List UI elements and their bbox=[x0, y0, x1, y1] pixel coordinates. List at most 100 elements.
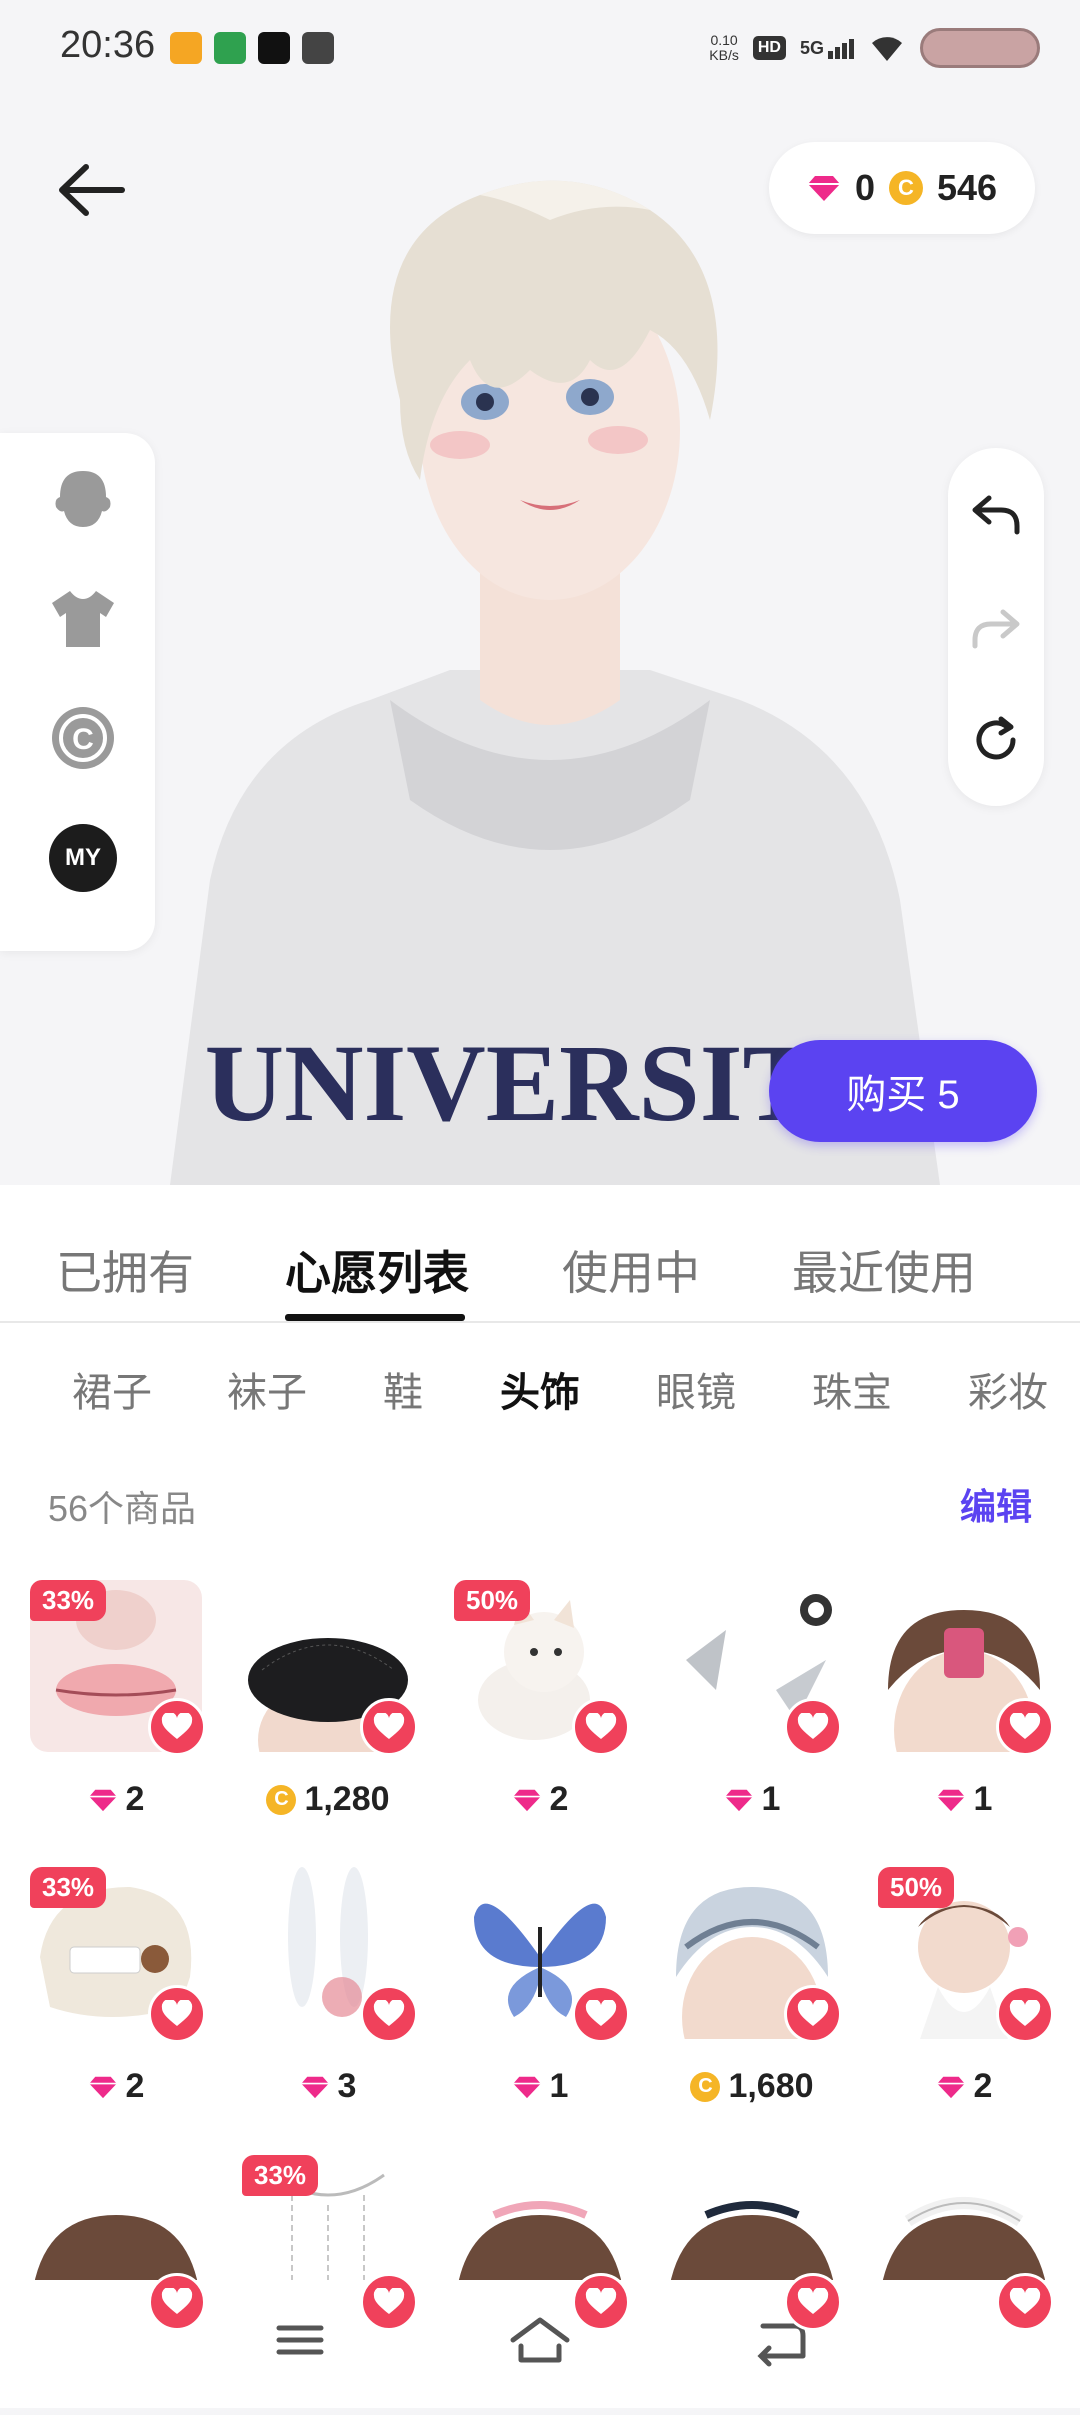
edit-button[interactable]: 编辑 bbox=[960, 1478, 1032, 1530]
wifi-icon bbox=[872, 37, 902, 61]
wishlist-item[interactable]: 1 bbox=[666, 1580, 842, 1840]
category-shoes[interactable]: 鞋 bbox=[383, 1360, 423, 1418]
head-category-icon[interactable] bbox=[48, 463, 118, 533]
menu-nav-icon[interactable] bbox=[265, 2310, 335, 2370]
wishlist-item[interactable]: 3 bbox=[242, 1867, 418, 2127]
favorite-heart-button[interactable] bbox=[360, 2273, 418, 2331]
favorite-heart-button[interactable] bbox=[148, 1698, 206, 1756]
item-price: C 1,680 bbox=[666, 2067, 838, 2106]
net-speed-value: 0.10 bbox=[710, 32, 738, 48]
price-value: 2 bbox=[549, 1780, 569, 1818]
category-socks[interactable]: 袜子 bbox=[227, 1360, 307, 1418]
diamond-icon bbox=[807, 176, 840, 201]
redo-button[interactable] bbox=[966, 598, 1026, 658]
item-price: 2 bbox=[454, 1780, 626, 1819]
wishlist-item[interactable]: 33% 2 bbox=[30, 1867, 206, 2127]
favorite-heart-button[interactable] bbox=[572, 1698, 630, 1756]
price-value: 1 bbox=[973, 1780, 993, 1818]
favorite-heart-button[interactable] bbox=[360, 1698, 418, 1756]
favorite-heart-button[interactable] bbox=[996, 2273, 1054, 2331]
avatar-preview[interactable]: UNIVERSITY bbox=[150, 100, 950, 1185]
coin-icon: C bbox=[888, 171, 923, 205]
svg-text:C: C bbox=[72, 723, 94, 756]
diamond-icon bbox=[300, 2076, 329, 2098]
heart-icon bbox=[1009, 2000, 1041, 2026]
back-arrow-icon[interactable] bbox=[52, 155, 128, 225]
favorite-heart-button[interactable] bbox=[996, 1985, 1054, 2043]
heart-icon bbox=[1009, 2288, 1041, 2314]
category-bar: 裙子 袜子 鞋 头饰 眼镜 珠宝 彩妆 bbox=[0, 1335, 1080, 1425]
avatar-stage: UNIVERSITY C MY 购买 5 bbox=[0, 100, 1080, 1185]
wallet-balance[interactable]: 0 C 546 bbox=[769, 142, 1035, 234]
item-price: 3 bbox=[242, 2067, 414, 2106]
item-price: 2 bbox=[30, 2067, 202, 2106]
heart-icon bbox=[797, 2288, 829, 2314]
item-price: 2 bbox=[30, 1780, 202, 1819]
category-headwear[interactable]: 头饰 bbox=[500, 1360, 580, 1418]
diamond-balance: 0 bbox=[854, 167, 875, 208]
battery-icon bbox=[920, 28, 1040, 68]
coin-balance: 546 bbox=[936, 167, 998, 208]
copyright-category-icon[interactable]: C bbox=[48, 703, 118, 773]
price-value: 2 bbox=[125, 1780, 145, 1818]
wishlist-item[interactable]: 1 bbox=[878, 1580, 1054, 1840]
undo-icon bbox=[972, 495, 1020, 535]
discount-badge: 33% bbox=[30, 1867, 107, 1908]
network-type: 5G bbox=[799, 37, 824, 58]
redo-icon bbox=[972, 609, 1020, 649]
refresh-icon bbox=[976, 716, 1016, 760]
category-makeup[interactable]: 彩妆 bbox=[968, 1360, 1048, 1418]
wardrobe-sheet: 已拥有 心愿列表 使用中 最近使用 裙子 袜子 鞋 头饰 眼镜 珠宝 彩妆 56… bbox=[0, 1185, 1080, 2408]
wishlist-item[interactable]: 50% 2 bbox=[878, 1867, 1054, 2127]
tab-recent[interactable]: 最近使用 bbox=[792, 1237, 976, 1303]
diamond-icon bbox=[936, 1789, 965, 1811]
favorite-heart-button[interactable] bbox=[784, 2273, 842, 2331]
wishlist-item[interactable]: C 1,680 bbox=[666, 1867, 842, 2127]
coin-icon: C bbox=[690, 2071, 721, 2102]
wardrobe-tabs: 已拥有 心愿列表 使用中 最近使用 bbox=[0, 1185, 1080, 1323]
reset-button[interactable] bbox=[966, 710, 1026, 770]
tab-wishlist[interactable]: 心愿列表 bbox=[285, 1237, 469, 1303]
category-skirt[interactable]: 裙子 bbox=[72, 1360, 152, 1418]
wishlist-item[interactable]: C 1,280 bbox=[242, 1580, 418, 1840]
heart-icon bbox=[161, 2000, 193, 2026]
undo-button[interactable] bbox=[966, 484, 1026, 544]
heart-icon bbox=[797, 1713, 829, 1739]
buy-button[interactable]: 购买 5 bbox=[769, 1040, 1037, 1142]
wishlist-item[interactable]: 33% 2 bbox=[30, 1580, 206, 1840]
heart-icon bbox=[373, 2288, 405, 2314]
favorite-heart-button[interactable] bbox=[148, 1985, 206, 2043]
game-notification-icon bbox=[214, 32, 246, 64]
tab-in-use[interactable]: 使用中 bbox=[562, 1237, 700, 1303]
my-category-button[interactable]: MY bbox=[48, 823, 118, 893]
favorite-heart-button[interactable] bbox=[572, 1985, 630, 2043]
price-value: 2 bbox=[125, 2067, 145, 2105]
price-value: 3 bbox=[337, 2067, 357, 2105]
heart-icon bbox=[585, 2288, 617, 2314]
price-value: 1,680 bbox=[728, 2067, 814, 2105]
generic-notification-icon bbox=[302, 32, 334, 64]
diamond-icon bbox=[512, 1789, 541, 1811]
favorite-heart-button[interactable] bbox=[572, 2273, 630, 2331]
app-notification-icon bbox=[170, 32, 202, 64]
category-jewelry[interactable]: 珠宝 bbox=[812, 1360, 892, 1418]
favorite-heart-button[interactable] bbox=[784, 1985, 842, 2043]
diamond-icon bbox=[512, 2076, 541, 2098]
wishlist-item[interactable]: 50% 2 bbox=[454, 1580, 630, 1840]
home-nav-icon[interactable] bbox=[505, 2310, 575, 2370]
item-price: 1 bbox=[666, 1780, 838, 1819]
tab-owned[interactable]: 已拥有 bbox=[56, 1237, 194, 1303]
discount-badge: 50% bbox=[454, 1580, 531, 1621]
favorite-heart-button[interactable] bbox=[996, 1698, 1054, 1756]
favorite-heart-button[interactable] bbox=[360, 1985, 418, 2043]
wishlist-item[interactable]: 1 bbox=[454, 1867, 630, 2127]
net-speed: 0.10 KB/s bbox=[709, 33, 739, 63]
clothing-category-icon[interactable] bbox=[48, 583, 118, 653]
favorite-heart-button[interactable] bbox=[148, 2273, 206, 2331]
active-tab-indicator bbox=[285, 1314, 465, 1321]
favorite-heart-button[interactable] bbox=[784, 1698, 842, 1756]
category-glasses[interactable]: 眼镜 bbox=[656, 1360, 736, 1418]
discount-badge: 50% bbox=[878, 1867, 955, 1908]
heart-icon bbox=[585, 1713, 617, 1739]
item-count: 56个商品 bbox=[48, 1488, 197, 1529]
